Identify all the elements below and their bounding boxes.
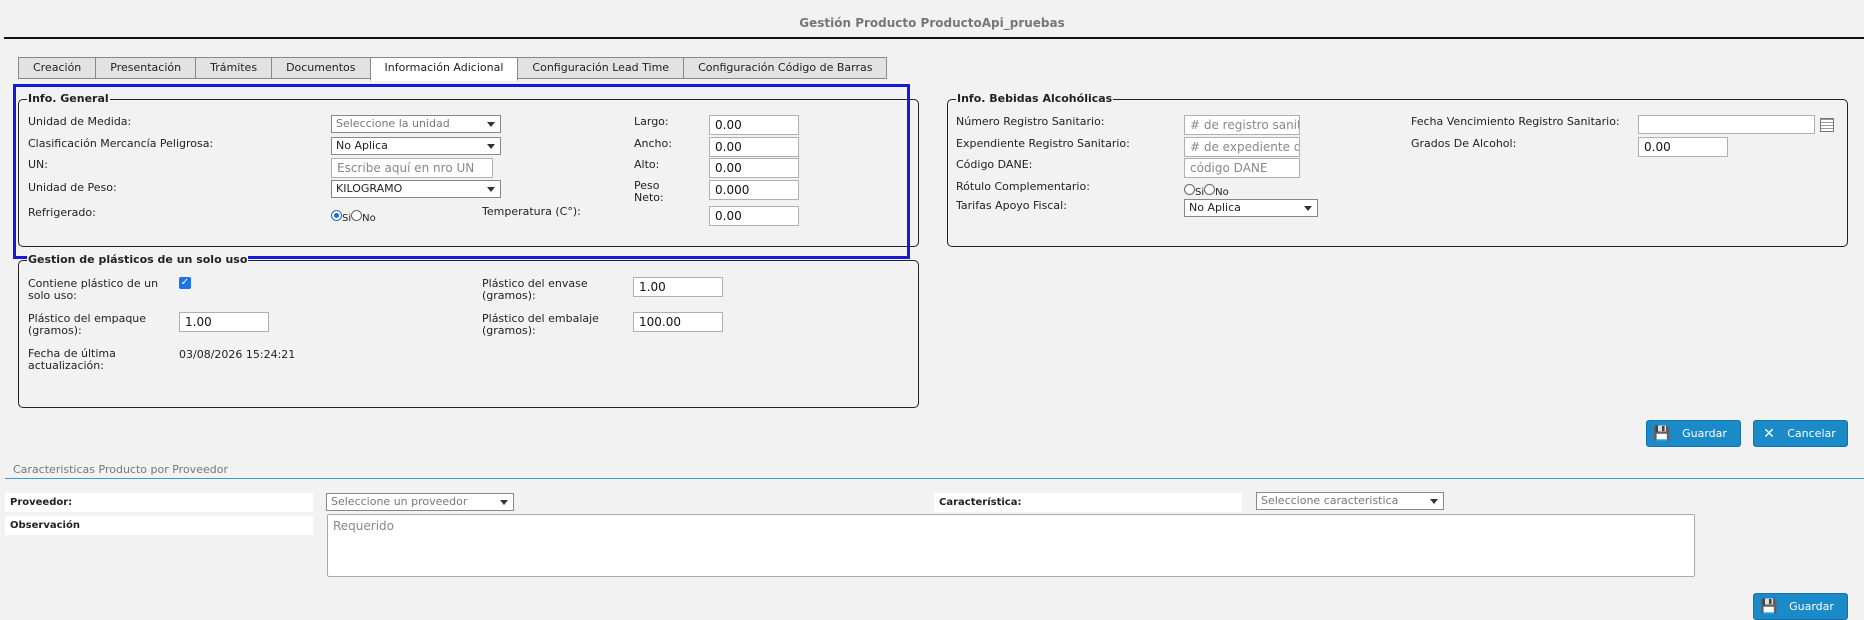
- caracteristica-label: Característica:: [934, 493, 1242, 512]
- close-icon: ✕: [1763, 425, 1775, 442]
- observacion-textarea[interactable]: Requerido: [327, 514, 1695, 577]
- plastico-empaque-input[interactable]: 1.00: [179, 312, 269, 332]
- proveedor-label: Proveedor:: [5, 493, 313, 512]
- registro-sanitario-label: Número Registro Sanitario:: [956, 115, 1105, 128]
- tarifas-label: Tarifas Apoyo Fiscal:: [956, 199, 1067, 212]
- tab-creacion[interactable]: Creación: [18, 57, 97, 79]
- codigo-dane-input[interactable]: código DANE: [1184, 158, 1300, 178]
- tab-tramites[interactable]: Trámites: [195, 57, 273, 79]
- tab-lead-time[interactable]: Configuración Lead Time: [517, 57, 685, 79]
- title-divider: [4, 37, 1864, 39]
- grados-alcohol-label: Grados De Alcohol:: [1411, 137, 1517, 150]
- calendar-icon[interactable]: [1820, 118, 1834, 132]
- chevron-down-icon: [1430, 499, 1438, 504]
- tab-codigo-barras[interactable]: Configuración Código de Barras: [683, 57, 888, 79]
- plastico-embalaje-label: Plástico del embalaje (gramos):: [482, 312, 599, 337]
- chevron-down-icon: [500, 500, 508, 505]
- vencimiento-input[interactable]: [1638, 115, 1815, 134]
- chevron-down-icon: [1304, 206, 1312, 211]
- contiene-plastico-label: Contiene plástico de un solo uso:: [28, 277, 159, 302]
- page-title: Gestión Producto ProductoApi_pruebas: [799, 16, 1065, 30]
- proveedor-select[interactable]: Seleccione un proveedor: [326, 493, 514, 511]
- rotulo-label: Rótulo Complementario:: [956, 180, 1090, 193]
- guardar-proveedor-button[interactable]: 💾 Guardar: [1753, 593, 1848, 620]
- tab-documentos[interactable]: Documentos: [271, 57, 371, 79]
- registro-sanitario-input[interactable]: # de registro sanitario: [1184, 115, 1300, 135]
- expediente-input[interactable]: # de expediente de registro: [1184, 137, 1300, 157]
- tab-bar: Creación Presentación Trámites Documento…: [18, 57, 888, 81]
- proveedor-section-title: Caracteristicas Producto por Proveedor: [13, 463, 228, 476]
- plastico-empaque-label: Plástico del empaque (gramos):: [28, 312, 147, 337]
- rotulo-radio-group: Si No: [1184, 182, 1229, 198]
- plastico-embalaje-input[interactable]: 100.00: [633, 312, 723, 332]
- grados-alcohol-input[interactable]: 0.00: [1638, 137, 1728, 157]
- highlight-box: [13, 84, 910, 259]
- expediente-label: Expendiente Registro Sanitario:: [956, 137, 1130, 150]
- tab-informacion-adicional[interactable]: Información Adicional: [369, 57, 519, 81]
- plasticos-legend: Gestion de plásticos de un solo uso: [27, 253, 249, 266]
- guardar-button[interactable]: 💾 Guardar: [1646, 420, 1741, 447]
- vencimiento-label: Fecha Vencimiento Registro Sanitario:: [1411, 115, 1620, 128]
- caracteristica-select[interactable]: Seleccione caracteristica: [1256, 492, 1444, 510]
- tarifas-select[interactable]: No Aplica: [1184, 199, 1318, 217]
- save-icon: 💾: [1760, 598, 1778, 615]
- contiene-plastico-checkbox[interactable]: ✓: [179, 277, 191, 289]
- proveedor-section-divider: [5, 478, 1864, 479]
- rotulo-si-radio[interactable]: [1184, 183, 1195, 195]
- fecha-actualizacion-label: Fecha de última actualización:: [28, 347, 116, 372]
- plastico-envase-input[interactable]: 1.00: [633, 277, 723, 297]
- rotulo-no-radio[interactable]: [1204, 183, 1216, 195]
- bebidas-legend: Info. Bebidas Alcohólicas: [956, 92, 1114, 105]
- plastico-envase-label: Plástico del envase (gramos):: [482, 277, 588, 302]
- fecha-actualizacion-value: 03/08/2026 15:24:21: [179, 348, 296, 361]
- save-icon: 💾: [1653, 425, 1671, 442]
- observacion-label: Observación: [5, 516, 313, 535]
- tab-presentacion[interactable]: Presentación: [95, 57, 197, 79]
- codigo-dane-label: Código DANE:: [956, 158, 1033, 171]
- cancelar-button[interactable]: ✕ Cancelar: [1753, 420, 1848, 447]
